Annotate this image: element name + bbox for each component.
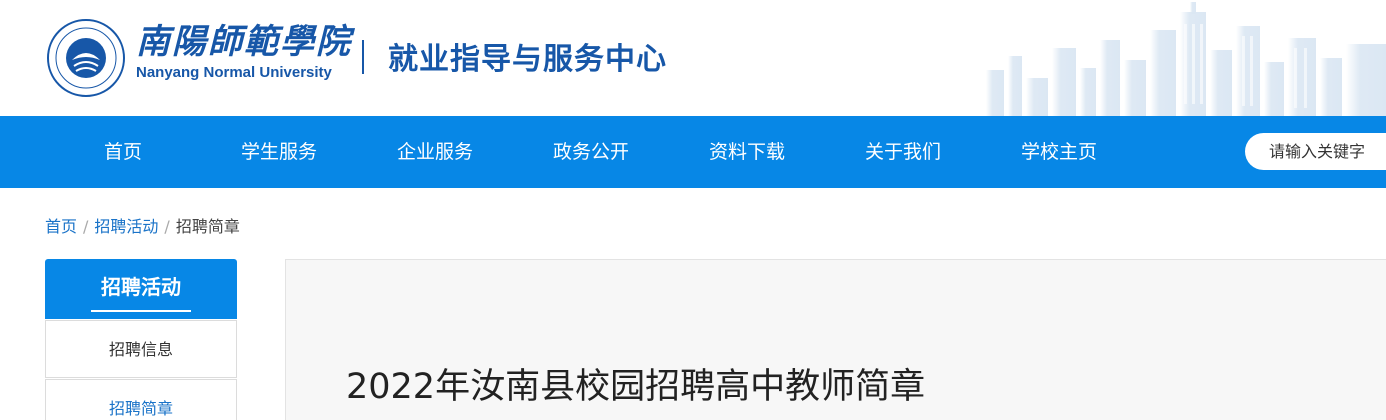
search-box [1245, 133, 1386, 170]
nav-item-students[interactable]: 学生服务 [214, 116, 344, 188]
department-name: 就业指导与服务中心 [388, 42, 667, 77]
breadcrumb-current: 招聘简章 [175, 217, 240, 236]
sidebar-item-recruitment-brochure[interactable]: 招聘简章 [45, 379, 237, 420]
university-name-cn: 南陽師範學院 [136, 22, 352, 62]
site-header: 南陽師範學院 Nanyang Normal University 就业指导与服务… [0, 0, 1386, 116]
brand-divider [362, 40, 364, 74]
breadcrumb: 首页 / 招聘活动 / 招聘简章 [45, 213, 240, 237]
breadcrumb-separator: / [164, 217, 170, 236]
sidebar-item-recruitment-info[interactable]: 招聘信息 [45, 320, 237, 378]
breadcrumb-recruitment[interactable]: 招聘活动 [94, 217, 158, 236]
nav-item-school-home[interactable]: 学校主页 [994, 116, 1124, 188]
nav-item-about[interactable]: 关于我们 [838, 116, 968, 188]
main-nav: 首页 学生服务 企业服务 政务公开 资料下载 关于我们 学校主页 [0, 116, 1386, 188]
city-skyline-decoration [986, 2, 1386, 116]
sidebar-title-underline [91, 310, 191, 312]
university-seal-icon[interactable] [46, 18, 126, 98]
breadcrumb-separator: / [83, 217, 89, 236]
article-title: 2022年汝南县校园招聘高中教师简章 [346, 367, 926, 407]
university-name-en: Nanyang Normal University [136, 64, 332, 81]
nav-item-public-affairs[interactable]: 政务公开 [526, 116, 656, 188]
nav-item-home[interactable]: 首页 [58, 116, 188, 188]
nav-item-companies[interactable]: 企业服务 [370, 116, 500, 188]
nav-item-downloads[interactable]: 资料下载 [682, 116, 812, 188]
search-input[interactable] [1269, 133, 1386, 170]
breadcrumb-home[interactable]: 首页 [45, 217, 77, 236]
